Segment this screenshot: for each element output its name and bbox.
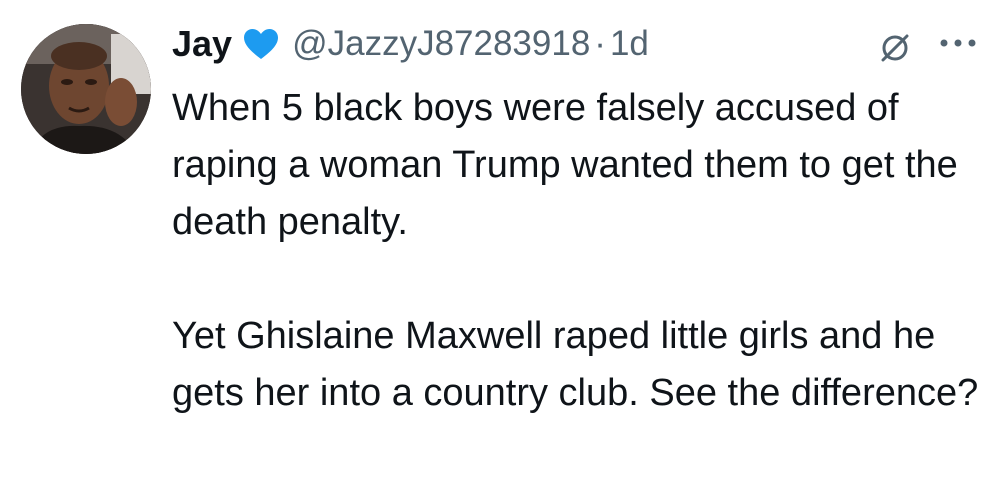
tweet-text: When 5 black boys were falsely accused o… — [172, 80, 987, 422]
tweet-header: Jay @JazzyJ87283918 · 1d — [172, 18, 649, 70]
avatar[interactable] — [21, 24, 151, 154]
blue-heart-icon — [242, 27, 280, 61]
timestamp[interactable]: 1d — [610, 24, 649, 64]
grok-icon[interactable] — [875, 27, 915, 67]
avatar-photo — [21, 24, 151, 154]
tweet[interactable]: Jay @JazzyJ87283918 · 1d When 5 black bo… — [0, 0, 1000, 489]
display-name[interactable]: Jay — [172, 23, 232, 65]
separator-dot: · — [594, 24, 606, 63]
user-handle[interactable]: @JazzyJ87283918 — [292, 24, 590, 64]
tweet-paragraph: When 5 black boys were falsely accused o… — [172, 87, 958, 243]
tweet-paragraph: Yet Ghislaine Maxwell raped little girls… — [172, 315, 979, 414]
more-icon[interactable] — [938, 36, 978, 48]
